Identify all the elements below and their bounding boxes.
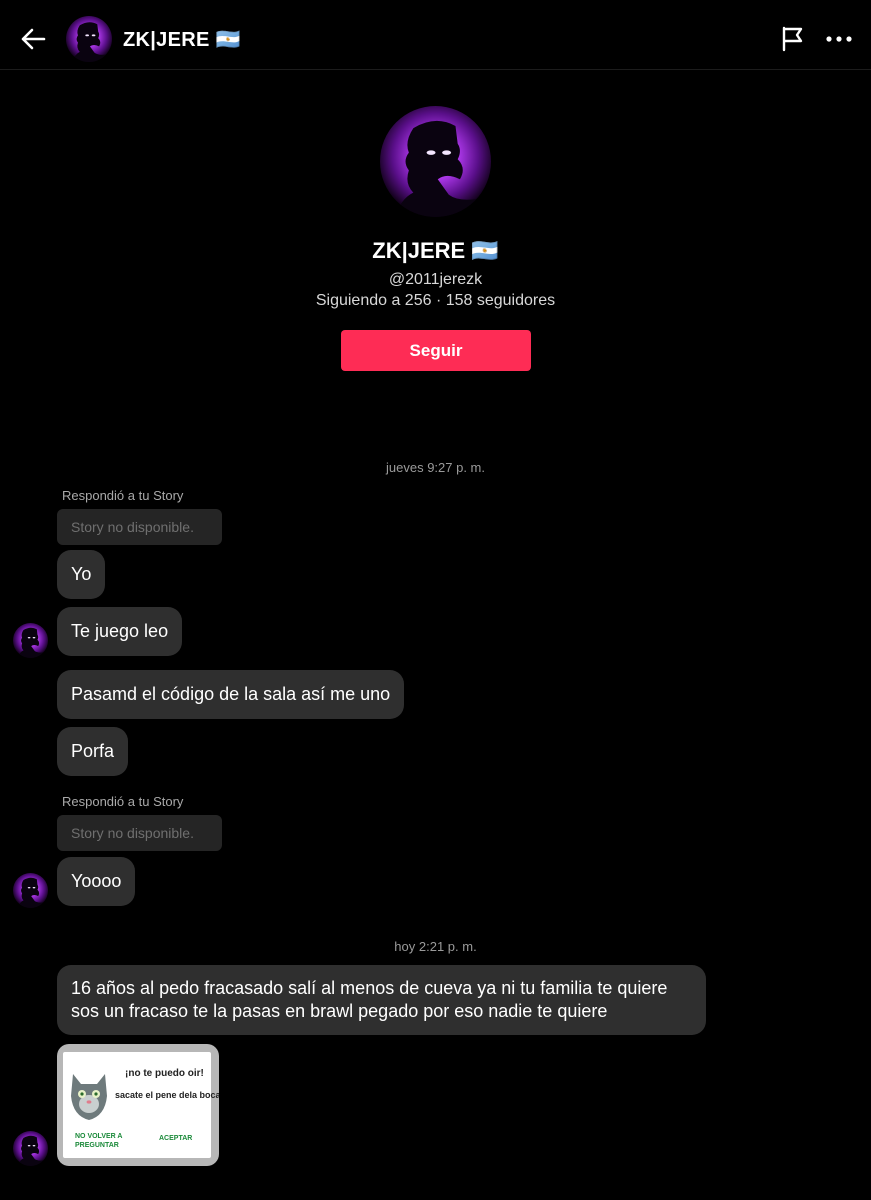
meme-button-right: ACEPTAR [159,1135,193,1142]
avatar[interactable] [13,873,48,908]
message-bubble[interactable]: 16 años al pedo fracasado salí al menos … [57,965,706,1035]
story-reply-note: Respondió a tu Story [62,488,184,503]
message-bubble[interactable]: Porfa [57,727,129,776]
profile-avatar[interactable] [380,106,491,217]
arrow-left-icon[interactable] [18,24,48,54]
flag-icon[interactable] [779,24,807,52]
follow-button[interactable]: Seguir [341,330,531,371]
story-unavailable: Story no disponible. [57,509,222,545]
avatar[interactable] [13,623,48,658]
meme-image: ¡no te puedo oir! sacate el pene dela bo… [63,1052,219,1158]
image-message[interactable]: ¡no te puedo oir! sacate el pene dela bo… [57,1044,219,1166]
avatar[interactable] [13,1131,48,1166]
avatar[interactable] [66,16,112,62]
meme-title: ¡no te puedo oir! [125,1068,204,1079]
message-bubble[interactable]: Pasamd el código de la sala así me uno [57,670,405,719]
header-username[interactable]: ZK|JERE 🇦🇷 [123,27,241,52]
talking-cat-icon [71,1074,107,1120]
message-bubble[interactable]: Yoooo [57,857,136,906]
top-bar: ZK|JERE 🇦🇷 [0,0,871,70]
story-reply-note: Respondió a tu Story [62,794,184,809]
message-line: 16 años al pedo fracasado salí al menos … [71,978,668,998]
profile-name: ZK|JERE 🇦🇷 [372,238,499,263]
message-bubble[interactable]: Te juego leo [57,607,183,656]
meme-button-left: NO VOLVER A PREGUNTAR [75,1133,123,1149]
more-horizontal-icon[interactable] [824,26,854,52]
timestamp: jueves 9:27 p. m. [386,460,485,475]
profile-handle: @2011jerezk [388,271,483,288]
message-line: sos un fracaso te la pasas en brawl pega… [71,1001,608,1021]
profile-stats: Siguiendo a 256 · 158 seguidores [315,292,556,309]
timestamp: hoy 2:21 p. m. [394,939,477,954]
message-bubble[interactable]: Yo [57,550,106,599]
meme-subtitle: sacate el pene dela boca [115,1090,219,1100]
story-unavailable: Story no disponible. [57,815,222,851]
